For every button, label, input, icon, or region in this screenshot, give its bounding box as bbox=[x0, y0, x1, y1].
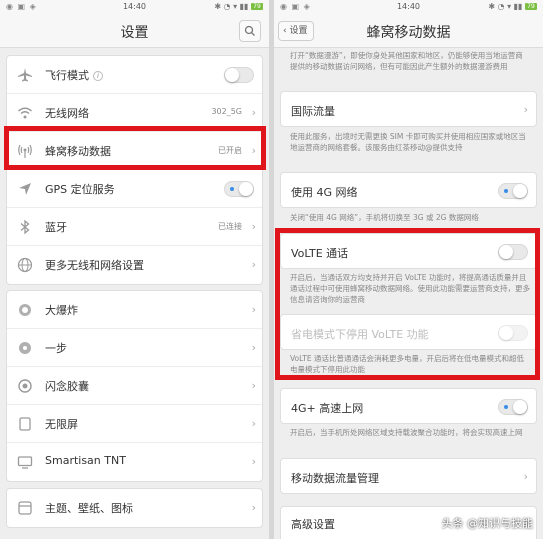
toggle-knob bbox=[513, 184, 527, 198]
big-bang-icon bbox=[17, 302, 33, 318]
row-themes[interactable]: 主题、壁纸、图标 › bbox=[7, 489, 262, 527]
row-data-usage-management[interactable]: 移动数据流量管理 › bbox=[280, 458, 537, 494]
toggle-on-dot bbox=[230, 187, 234, 191]
status-bar: ◉ ▣ ◈ 14:40 ✱ ◔ ▾ ▮▮ 79 bbox=[274, 0, 543, 14]
chevron-right-icon: › bbox=[251, 303, 256, 316]
battery-icon: 79 bbox=[525, 3, 537, 10]
use-4g-toggle[interactable] bbox=[498, 183, 528, 199]
navbar: 设置 bbox=[0, 14, 269, 48]
one-step-icon bbox=[17, 340, 33, 356]
row-4g-plus[interactable]: 4G+ 高速上网 bbox=[280, 388, 537, 424]
row-label: 无限屏 bbox=[45, 418, 78, 431]
bluetooth-icon bbox=[17, 219, 33, 235]
chevron-right-icon: › bbox=[251, 379, 256, 392]
row-label: 高级设置 bbox=[291, 518, 335, 531]
toggle-on-dot bbox=[504, 189, 508, 193]
toggle-knob bbox=[513, 400, 527, 414]
battery-icon: 79 bbox=[251, 3, 263, 10]
search-icon bbox=[244, 25, 255, 36]
network-group: 飞行模式 i 无线网络 302_5G › 蜂窝移动数据 已开启 › GPS 定位服… bbox=[6, 55, 263, 285]
toggle-knob bbox=[239, 182, 253, 196]
row-label: GPS 定位服务 bbox=[45, 183, 115, 196]
screen-icon bbox=[17, 416, 33, 432]
row-label: 大爆炸 bbox=[45, 304, 78, 317]
idea-pills-icon bbox=[17, 378, 33, 394]
cellular-data-pane: ◉ ▣ ◈ 14:40 ✱ ◔ ▾ ▮▮ 79 ‹ 设置 蜂窝移动数据 打开“数… bbox=[274, 0, 543, 539]
row-infinite-screen[interactable]: 无限屏 › bbox=[7, 405, 262, 443]
location-arrow-icon bbox=[17, 181, 33, 197]
4g-plus-toggle[interactable] bbox=[498, 399, 528, 415]
monitor-icon bbox=[17, 454, 33, 470]
row-label: 使用 4G 网络 bbox=[291, 186, 358, 199]
status-icons: ✱ ◔ ▾ ▮▮ 79 bbox=[214, 2, 263, 11]
row-more-network[interactable]: 更多无线和网络设置 › bbox=[7, 246, 262, 284]
personalization-group: 主题、壁纸、图标 › bbox=[6, 488, 263, 528]
wifi-icon bbox=[17, 105, 33, 121]
chevron-right-icon: › bbox=[251, 341, 256, 354]
row-label: 蓝牙 bbox=[45, 221, 67, 234]
row-idea-pills[interactable]: 闪念胶囊 › bbox=[7, 367, 262, 405]
watermark: 头条 @知识与技能 bbox=[441, 517, 534, 530]
chevron-right-icon: › bbox=[523, 103, 528, 116]
row-value: 302_5G bbox=[211, 107, 242, 116]
airplane-toggle[interactable] bbox=[224, 67, 254, 83]
row-gps[interactable]: GPS 定位服务 bbox=[7, 170, 262, 208]
row-label: 更多无线和网络设置 bbox=[45, 259, 144, 272]
gps-toggle[interactable] bbox=[224, 181, 254, 197]
row-label: Smartisan TNT bbox=[45, 454, 126, 467]
row-label: 4G+ 高速上网 bbox=[291, 402, 364, 415]
chevron-right-icon: › bbox=[251, 258, 256, 271]
chevron-right-icon: › bbox=[251, 455, 256, 468]
row-bluetooth[interactable]: 蓝牙 已连接 › bbox=[7, 208, 262, 246]
info-icon[interactable]: i bbox=[93, 71, 103, 81]
chevron-right-icon: › bbox=[251, 501, 256, 514]
page-title: 设置 bbox=[120, 25, 149, 41]
navbar: ‹ 设置 蜂窝移动数据 bbox=[274, 14, 543, 48]
row-airplane-mode[interactable]: 飞行模式 i bbox=[7, 56, 262, 94]
row-label: 国际流量 bbox=[291, 105, 335, 118]
row-label: 闪念胶囊 bbox=[45, 380, 89, 393]
search-button[interactable] bbox=[239, 20, 261, 42]
row-use-4g[interactable]: 使用 4G 网络 bbox=[280, 172, 537, 208]
roaming-note: 打开“数据漫游”，即使你身处其他国家和地区，仍能够使用当地运营商提供的移动数据访… bbox=[290, 51, 523, 71]
settings-pane: ◉ ▣ ◈ 14:40 ✱ ◔ ▾ ▮▮ 79 设置 飞行模式 i 无线网络 30… bbox=[0, 0, 269, 539]
row-label: 移动数据流量管理 bbox=[291, 472, 379, 485]
row-value: 已连接 bbox=[218, 222, 242, 231]
features-group: 大爆炸 › 一步 › 闪念胶囊 › 无限屏 › Smartisan TNT › bbox=[6, 290, 263, 482]
chevron-right-icon: › bbox=[523, 470, 528, 483]
highlight-box-volte bbox=[275, 228, 540, 380]
4g-plus-note: 开启后，当手机所处网络区域支持载波聚合功能时，将会实现高速上网 bbox=[290, 428, 523, 437]
globe-icon bbox=[17, 257, 33, 273]
status-bar: ◉ ▣ ◈ 14:40 ✱ ◔ ▾ ▮▮ 79 bbox=[0, 0, 269, 14]
highlight-box-cellular bbox=[4, 126, 266, 170]
airplane-icon bbox=[17, 67, 33, 83]
row-label: 一步 bbox=[45, 342, 67, 355]
chevron-right-icon: › bbox=[251, 106, 256, 119]
themes-icon bbox=[17, 500, 33, 516]
row-smartisan-tnt[interactable]: Smartisan TNT › bbox=[7, 443, 262, 481]
row-label: 飞行模式 i bbox=[45, 67, 103, 83]
row-one-step[interactable]: 一步 › bbox=[7, 329, 262, 367]
row-label: 主题、壁纸、图标 bbox=[45, 502, 133, 515]
row-international-data[interactable]: 国际流量 › bbox=[280, 91, 537, 127]
toggle-knob bbox=[225, 68, 239, 82]
row-big-bang[interactable]: 大爆炸 › bbox=[7, 291, 262, 329]
page-title: 蜂窝移动数据 bbox=[366, 25, 451, 41]
chevron-right-icon: › bbox=[251, 417, 256, 430]
use-4g-note: 关闭“使用 4G 网络”，手机将切换至 3G 或 2G 数据网络 bbox=[290, 213, 479, 222]
status-icons: ✱ ◔ ▾ ▮▮ 79 bbox=[488, 2, 537, 11]
international-note: 使用此服务，出境时无需更换 SIM 卡即可购买并使用相应国家或地区当地运营商的网… bbox=[290, 132, 526, 152]
toggle-on-dot bbox=[504, 405, 508, 409]
row-label: 无线网络 bbox=[45, 107, 89, 120]
chevron-right-icon: › bbox=[251, 220, 256, 233]
